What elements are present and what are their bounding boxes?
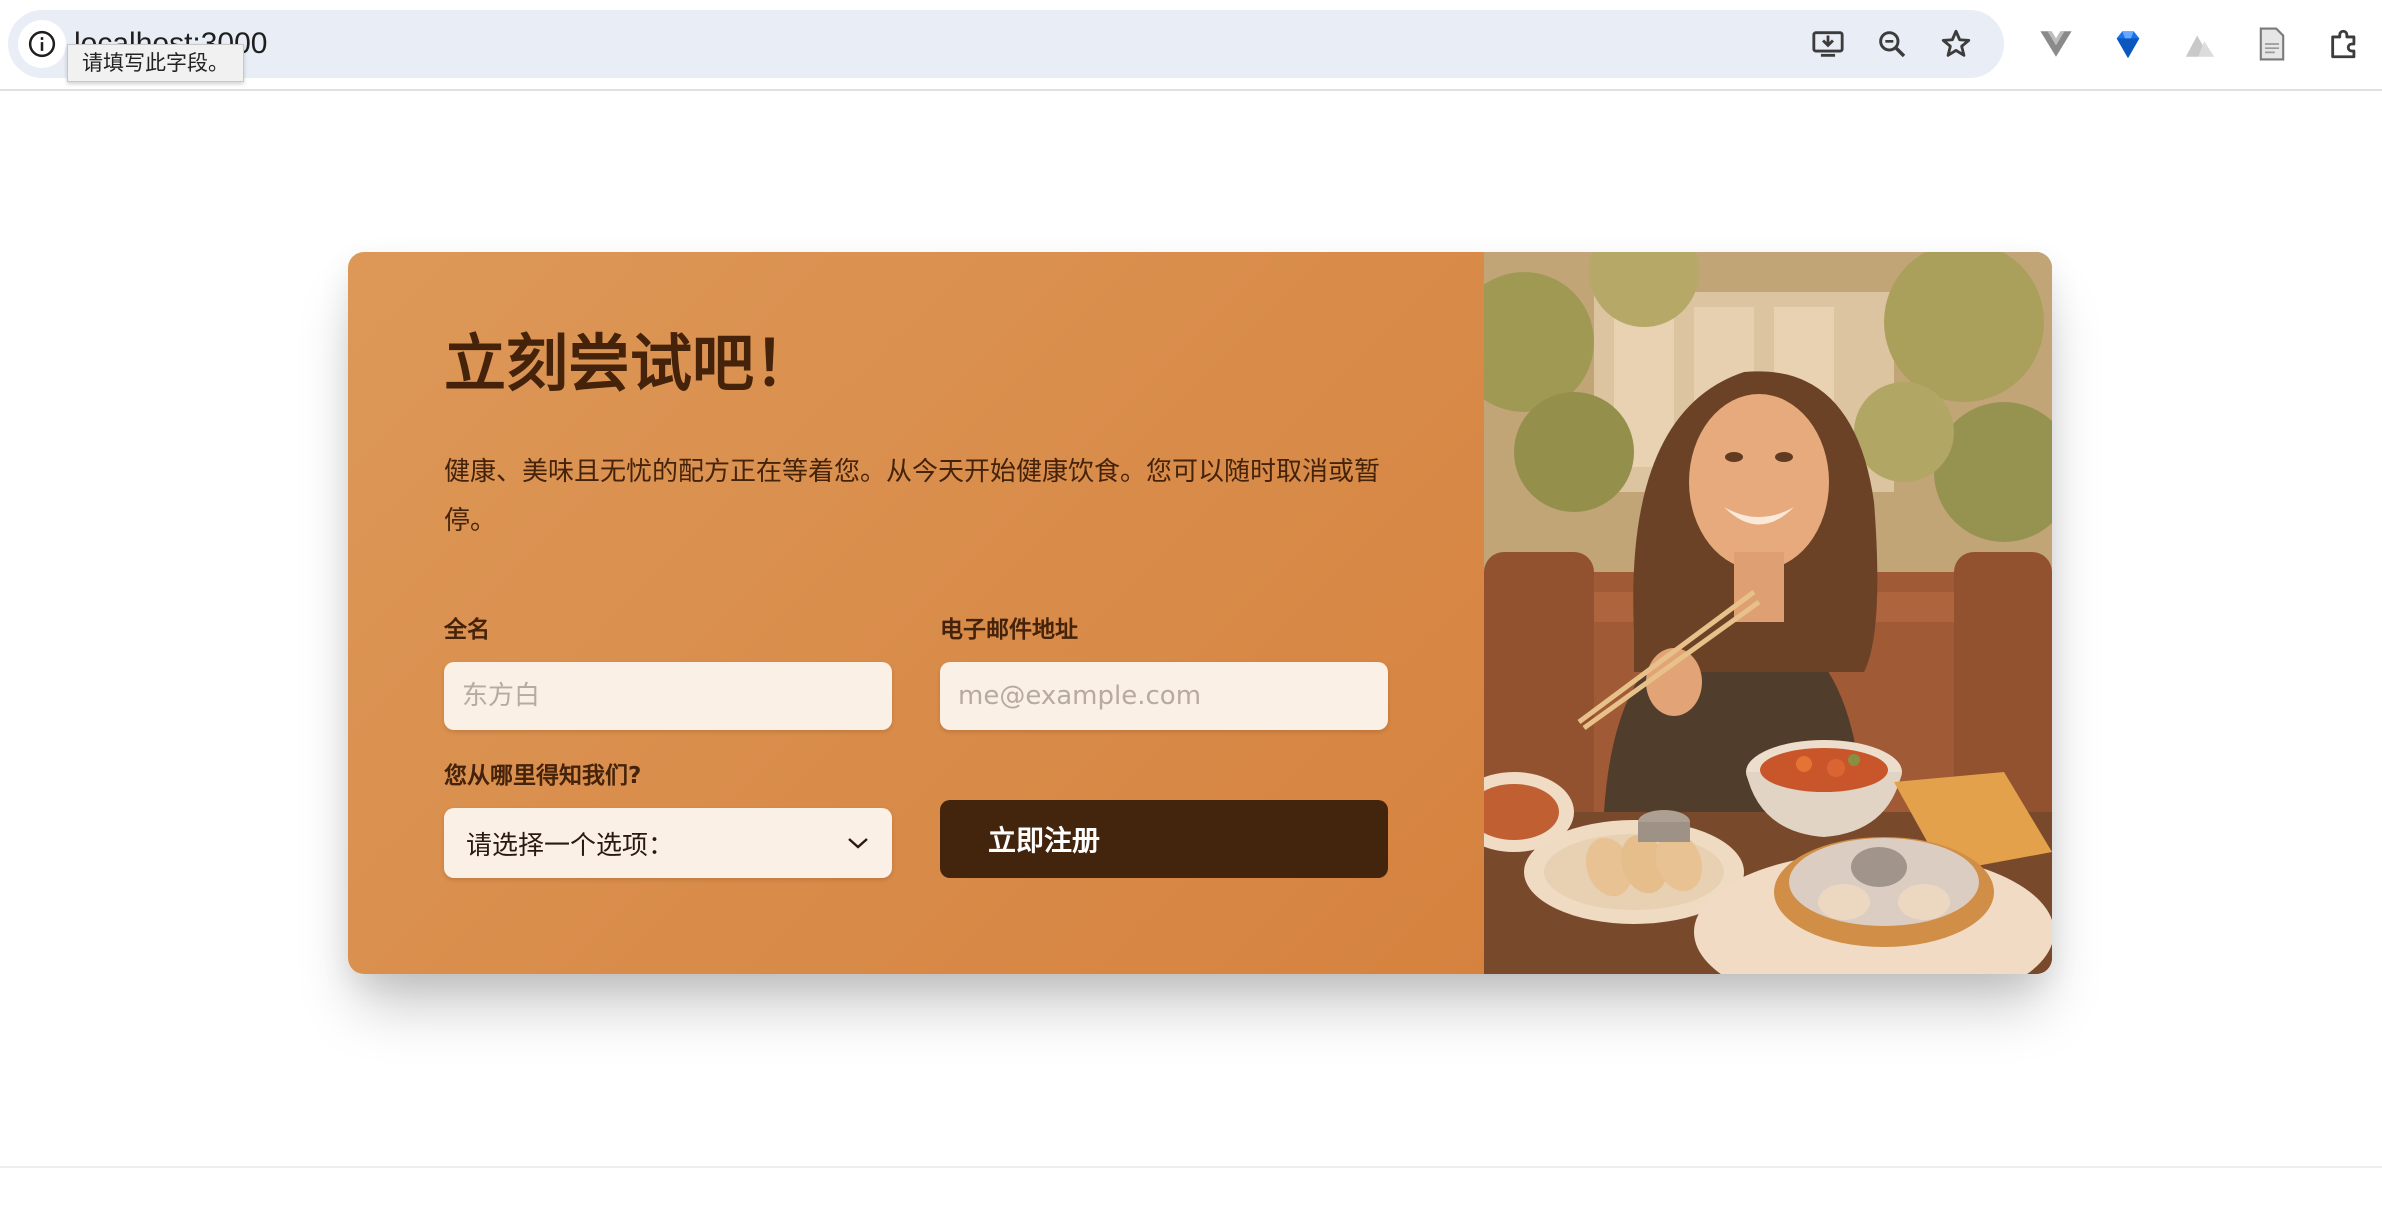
zoom-out-icon[interactable] xyxy=(1872,24,1912,64)
bookmark-star-icon[interactable] xyxy=(1936,24,1976,64)
email-label: 电子邮件地址 xyxy=(940,617,1078,643)
hero-photo xyxy=(1484,252,2052,974)
description-text: 健康、美味且无忧的配方正在等着您。从今天开始健康饮食。您可以随时取消或暂停。 xyxy=(444,457,1381,536)
validation-tooltip: 请填写此字段。 xyxy=(67,44,244,82)
browser-toolbar: localhost:3000 xyxy=(0,0,2382,91)
page-icon[interactable] xyxy=(2252,24,2292,64)
signup-button[interactable]: 立即注册 xyxy=(940,800,1388,878)
nuxt-extension-icon[interactable] xyxy=(2180,24,2220,64)
chevron-down-icon xyxy=(846,828,870,858)
sapphire-extension-icon[interactable] xyxy=(2108,24,2148,64)
photo-tint xyxy=(1484,252,2052,974)
extensions-puzzle-icon[interactable] xyxy=(2324,24,2364,64)
full-name-input[interactable] xyxy=(444,662,892,730)
full-name-label: 全名 xyxy=(444,617,490,643)
select-value: 请选择一个选项： xyxy=(466,830,675,861)
signup-form-panel: 立刻尝试吧！ 健康、美味且无忧的配方正在等着您。从今天开始健康饮食。您可以随时取… xyxy=(348,252,1484,974)
footer-divider xyxy=(0,1166,2382,1168)
address-bar[interactable]: localhost:3000 xyxy=(8,10,2004,78)
page-title: 立刻尝试吧！ xyxy=(444,327,817,400)
install-app-icon[interactable] xyxy=(1808,24,1848,64)
email-input[interactable] xyxy=(940,662,1388,730)
vue-devtools-icon[interactable] xyxy=(2036,24,2076,64)
info-icon[interactable] xyxy=(18,20,66,68)
referral-source-select[interactable]: 请选择一个选项： xyxy=(444,808,892,878)
signup-card: 立刻尝试吧！ 健康、美味且无忧的配方正在等着您。从今天开始健康饮食。您可以随时取… xyxy=(348,252,2052,974)
referral-source-label: 您从哪里得知我们? xyxy=(444,763,642,789)
